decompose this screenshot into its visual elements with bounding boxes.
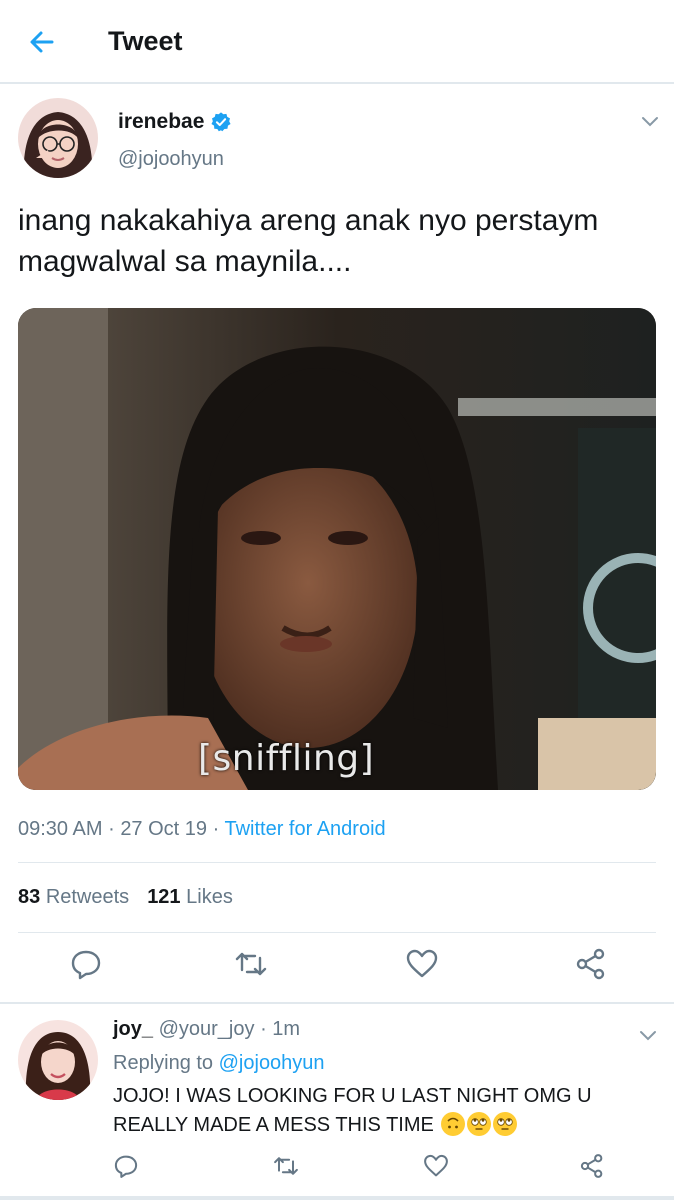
meta-separator: · (260, 1018, 267, 1040)
author-name[interactable]: irenebae (118, 110, 232, 134)
tweet-time: 09:30 AM (18, 818, 103, 840)
meta-separator: · (108, 818, 115, 840)
retweet-icon[interactable] (233, 946, 269, 982)
likes-count: 121 (147, 886, 181, 908)
reply-author-avatar[interactable] (18, 1020, 98, 1100)
reply-icon[interactable] (112, 1152, 140, 1180)
reply-header: joy_ @your_joy · 1m (113, 1018, 300, 1041)
likes-label: Likes (186, 886, 233, 908)
divider (18, 862, 656, 863)
author-handle[interactable]: @jojoohyun (118, 148, 224, 171)
page-title: Tweet (108, 26, 183, 56)
back-arrow-icon[interactable] (24, 24, 60, 60)
top-app-bar: Tweet (0, 0, 674, 84)
verified-badge-icon (211, 112, 231, 132)
reply-author-name[interactable]: joy_ (113, 1018, 153, 1040)
like-heart-icon[interactable] (404, 946, 440, 982)
tweet-text: inang nakakahiya areng anak nyo perstaym… (18, 204, 599, 278)
retweets-count: 83 (18, 886, 41, 908)
reply-text-block: JOJO! I WAS LOOKING FOR U LAST NIGHT OMG… (113, 1082, 653, 1140)
tweet-stats: 83 Retweets 121 Likes (18, 886, 233, 909)
retweet-icon[interactable] (272, 1152, 300, 1180)
author-display-name: irenebae (118, 110, 205, 133)
rolling-eyes-emoji-icon (493, 1112, 518, 1136)
rolling-eyes-emoji-icon (467, 1112, 492, 1136)
author-avatar[interactable] (18, 98, 98, 178)
likes-stat[interactable]: 121 Likes (147, 886, 233, 909)
like-heart-icon[interactable] (422, 1152, 450, 1180)
reply-text: JOJO! I WAS LOOKING FOR U LAST NIGHT OMG… (113, 1085, 592, 1136)
share-icon[interactable] (573, 946, 609, 982)
reply-age: 1m (272, 1018, 301, 1040)
retweets-stat[interactable]: 83 Retweets (18, 886, 129, 909)
chevron-down-icon[interactable] (640, 114, 660, 128)
replying-to-mention[interactable]: @jojoohyun (219, 1052, 325, 1074)
section-divider (0, 1002, 674, 1004)
media-caption-text: [sniffling] (198, 738, 375, 779)
tweet-media-image[interactable]: [sniffling] (18, 308, 656, 790)
media-image-illustration (18, 308, 656, 790)
reply-author-handle[interactable]: @your_joy (159, 1018, 255, 1040)
avatar-photo (18, 98, 98, 178)
retweets-label: Retweets (45, 886, 130, 908)
upside-down-face-emoji-icon (441, 1112, 466, 1136)
tweet-date: 27 Oct 19 (120, 818, 208, 840)
reply-icon[interactable] (68, 946, 104, 982)
tweet-timestamp-line: 09:30 AM · 27 Oct 19 · Twitter for Andro… (18, 818, 386, 841)
avatar-photo (18, 1020, 98, 1100)
bottom-divider (0, 1196, 674, 1200)
chevron-down-icon[interactable] (638, 1028, 658, 1042)
tweet-source-link[interactable]: Twitter for Android (224, 818, 385, 840)
meta-separator: · (212, 818, 220, 840)
divider (18, 932, 656, 933)
reply-action-bar (0, 1152, 674, 1192)
replying-to-label: Replying to (113, 1052, 214, 1074)
share-icon[interactable] (578, 1152, 606, 1180)
tweet-action-bar (0, 946, 674, 1002)
replying-to-line: Replying to @jojoohyun (113, 1052, 325, 1075)
